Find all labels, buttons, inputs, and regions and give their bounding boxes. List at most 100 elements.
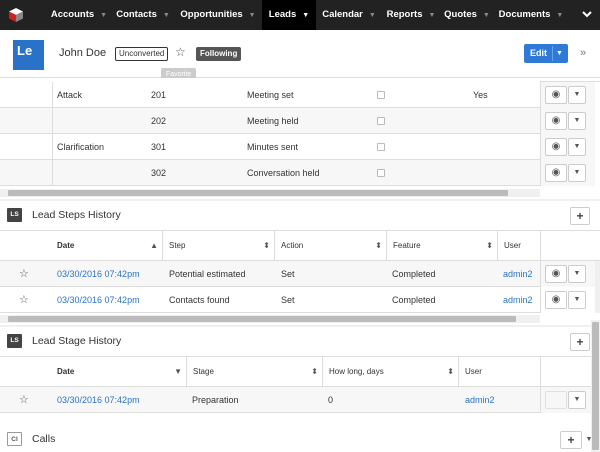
nav-accounts[interactable]: Accounts ▼ xyxy=(46,0,112,30)
row-category: Clarification xyxy=(57,142,105,152)
app-logo-icon[interactable] xyxy=(8,7,24,23)
col-header-date[interactable]: Date ▲ xyxy=(51,231,163,261)
row-date-link[interactable]: 03/30/2016 07:42pm xyxy=(57,261,140,287)
row-actions: ◉ ▼ xyxy=(540,160,595,186)
section-title: Calls xyxy=(32,433,56,445)
horizontal-scrollbar[interactable] xyxy=(0,189,540,197)
col-header-stage[interactable]: Stage ⬍ xyxy=(187,357,323,387)
row-step: Potential estimated xyxy=(169,269,246,279)
sort-icon[interactable]: ⬍ xyxy=(375,231,382,261)
row-star-icon[interactable]: ☆ xyxy=(19,387,29,413)
favorite-star-icon[interactable]: ☆ xyxy=(175,45,186,59)
row-date-link[interactable]: 03/30/2016 07:42pm xyxy=(57,287,140,313)
sort-desc-icon[interactable]: ▼ xyxy=(174,357,182,387)
view-eye-icon[interactable]: ◉ xyxy=(545,86,567,104)
view-eye-icon[interactable]: ◉ xyxy=(545,265,567,283)
row-star-icon[interactable]: ☆ xyxy=(19,287,29,313)
view-eye-icon[interactable]: ◉ xyxy=(545,291,567,309)
table-row: ☆ 03/30/2016 07:42pm Preparation 0 admin… xyxy=(0,387,540,413)
row-checkbox[interactable] xyxy=(377,143,385,151)
add-call-button[interactable]: + ▼ xyxy=(560,431,592,449)
section-title: Lead Steps History xyxy=(32,209,121,221)
row-step: Meeting set xyxy=(247,90,294,100)
row-action-placeholder xyxy=(545,391,567,409)
nav-quotes[interactable]: Quotes ▼ xyxy=(440,0,494,30)
col-header-user[interactable]: User xyxy=(459,357,540,387)
row-checkbox[interactable] xyxy=(377,169,385,177)
chevron-down-icon[interactable] xyxy=(580,8,594,22)
view-eye-icon[interactable]: ◉ xyxy=(545,112,567,130)
row-menu-chevron-icon[interactable]: ▼ xyxy=(568,391,586,409)
row-checkbox[interactable] xyxy=(377,117,385,125)
sort-icon[interactable]: ⬍ xyxy=(311,357,318,387)
col-header-user[interactable]: User xyxy=(498,231,540,261)
nav-contacts[interactable]: Contacts ▼ xyxy=(112,0,174,30)
row-stage: Preparation xyxy=(192,395,239,405)
row-menu-chevron-icon[interactable]: ▼ xyxy=(568,138,586,156)
row-star-icon[interactable]: ☆ xyxy=(19,261,29,287)
calls-section-icon: Cl xyxy=(7,432,22,446)
edit-dropdown-icon[interactable]: ▼ xyxy=(556,44,563,63)
following-badge[interactable]: Following xyxy=(196,47,242,61)
nav-documents[interactable]: Documents ▼ xyxy=(494,0,568,30)
view-eye-icon[interactable]: ◉ xyxy=(545,138,567,156)
row-actions: ◉ ▼ xyxy=(540,287,595,313)
row-code: 302 xyxy=(151,168,167,178)
table-row: Clarification 301 Minutes sent xyxy=(0,134,540,160)
vertical-scrollbar-thumb[interactable] xyxy=(592,322,599,450)
col-header-date[interactable]: Date ▼ xyxy=(51,357,187,387)
scrollbar-thumb[interactable] xyxy=(8,316,516,322)
row-menu-chevron-icon[interactable]: ▼ xyxy=(568,112,586,130)
steps-header-actions xyxy=(540,231,600,261)
table-row: ☆ 03/30/2016 07:42pm Potential estimated… xyxy=(0,261,540,287)
col-header-action[interactable]: Action ⬍ xyxy=(275,231,387,261)
edit-button[interactable]: Edit ▼ xyxy=(524,44,568,63)
table-row: Attack 201 Meeting set Yes xyxy=(0,82,540,108)
vertical-scrollbar[interactable] xyxy=(591,320,600,452)
sort-icon[interactable]: ⬍ xyxy=(486,231,493,261)
nav-calendar[interactable]: Calendar ▼ xyxy=(316,0,382,30)
row-action: Set xyxy=(281,295,295,305)
row-checkbox[interactable] xyxy=(377,91,385,99)
table-row: ☆ 03/30/2016 07:42pm Contacts found Set … xyxy=(0,287,540,313)
top-nav: Accounts ▼ Contacts ▼ Opportunities ▼ Leads… xyxy=(0,0,600,30)
sort-asc-icon[interactable]: ▲ xyxy=(150,231,158,261)
col-header-feature[interactable]: Feature ⬍ xyxy=(387,231,498,261)
horizontal-scrollbar[interactable] xyxy=(0,315,540,323)
row-actions: ◉ ▼ xyxy=(540,82,595,108)
sort-icon[interactable]: ⬍ xyxy=(447,357,454,387)
lead-stage-history-header: LS Lead Stage History + xyxy=(0,327,600,357)
row-step: Contacts found xyxy=(169,295,230,305)
row-actions: ▼ xyxy=(540,387,595,413)
sort-icon[interactable]: ⬍ xyxy=(263,231,270,261)
row-actions: ◉ ▼ xyxy=(540,108,595,134)
row-user-link[interactable]: admin2 xyxy=(503,261,533,287)
row-date-link[interactable]: 03/30/2016 07:42pm xyxy=(57,387,140,413)
status-badge: Unconverted xyxy=(115,47,169,61)
row-user-link[interactable]: admin2 xyxy=(465,387,495,413)
expand-panel-icon[interactable]: » xyxy=(580,47,586,59)
section-title: Lead Stage History xyxy=(32,335,122,347)
row-actions: ◉ ▼ xyxy=(540,134,595,160)
add-step-button[interactable]: + xyxy=(570,207,590,225)
view-eye-icon[interactable]: ◉ xyxy=(545,164,567,182)
row-step: Minutes sent xyxy=(247,142,299,152)
row-category: Attack xyxy=(57,90,83,100)
row-menu-chevron-icon[interactable]: ▼ xyxy=(568,86,586,104)
row-menu-chevron-icon[interactable]: ▼ xyxy=(568,291,586,309)
avatar: Le xyxy=(13,40,44,70)
row-code: 201 xyxy=(151,90,167,100)
row-action: Set xyxy=(281,269,295,279)
nav-leads[interactable]: Leads ▼ xyxy=(262,0,316,30)
add-stage-button[interactable]: + xyxy=(570,333,590,351)
table-row: 202 Meeting held xyxy=(0,108,540,134)
scrollbar-thumb[interactable] xyxy=(8,190,508,196)
col-header-step[interactable]: Step ⬍ xyxy=(163,231,275,261)
nav-reports[interactable]: Reports ▼ xyxy=(382,0,440,30)
row-user-link[interactable]: admin2 xyxy=(503,287,533,313)
row-menu-chevron-icon[interactable]: ▼ xyxy=(568,265,586,283)
col-header-duration[interactable]: How long, days ⬍ xyxy=(323,357,459,387)
stage-table-footer xyxy=(0,413,600,425)
row-menu-chevron-icon[interactable]: ▼ xyxy=(568,164,586,182)
nav-opportunities[interactable]: Opportunities ▼ xyxy=(174,0,262,30)
